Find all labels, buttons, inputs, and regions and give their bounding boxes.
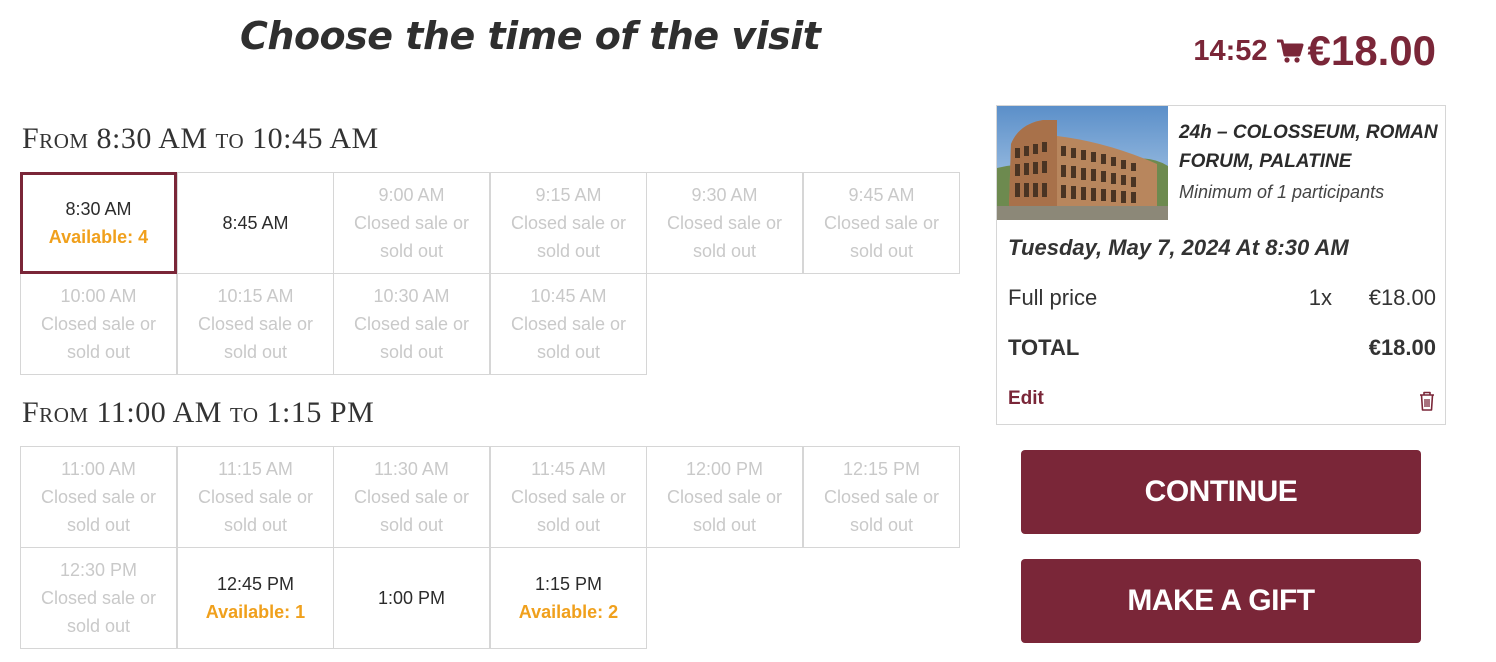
trash-icon[interactable] bbox=[1418, 390, 1436, 412]
order-summary-card: 24h – COLOSSEUM, ROMAN FORUM, PALATINE M… bbox=[996, 105, 1446, 425]
slot-closed-label: Closed sale or sold out bbox=[353, 213, 470, 261]
time-slot: 10:00 AM Closed sale or sold out bbox=[20, 273, 177, 375]
slot-time: 8:45 AM bbox=[222, 213, 289, 233]
slot-time: 12:30 PM bbox=[59, 560, 138, 580]
slot-time: 9:45 AM bbox=[848, 185, 915, 205]
visit-date: Tuesday, May 7, 2024 At 8:30 AM bbox=[1008, 235, 1349, 260]
slot-closed-label: Closed sale or sold out bbox=[197, 487, 314, 535]
slot-time: 9:30 AM bbox=[691, 185, 758, 205]
slot-closed-label: Closed sale or sold out bbox=[510, 487, 627, 535]
time-slot: 12:00 PM Closed sale or sold out bbox=[646, 446, 803, 548]
product-name: 24h – COLOSSEUM, ROMAN FORUM, PALATINE bbox=[1179, 122, 1438, 172]
time-slot: 9:30 AM Closed sale or sold out bbox=[646, 172, 803, 274]
time-slot[interactable]: 1:15 PM Available: 2 bbox=[490, 547, 647, 649]
total-label: TOTAL bbox=[1008, 335, 1080, 360]
time-slot: 11:15 AM Closed sale or sold out bbox=[177, 446, 334, 548]
slot-closed-label: Closed sale or sold out bbox=[823, 487, 940, 535]
slot-closed-label: Closed sale or sold out bbox=[353, 487, 470, 535]
slot-time: 12:00 PM bbox=[685, 459, 764, 479]
line-item-full-price: Full price 1x €18.00 bbox=[1008, 282, 1436, 314]
time-slot: 11:45 AM Closed sale or sold out bbox=[490, 446, 647, 548]
time-slot: 9:45 AM Closed sale or sold out bbox=[803, 172, 960, 274]
slot-closed-label: Closed sale or sold out bbox=[197, 314, 314, 362]
colosseum-image bbox=[997, 106, 1168, 220]
time-slot[interactable]: 8:45 AM bbox=[177, 172, 334, 274]
section-title-midday: From 11:00 AM to 1:15 PM bbox=[22, 396, 375, 429]
countdown-timer: 14:52 bbox=[1193, 34, 1268, 67]
slot-availability: Available: 1 bbox=[205, 602, 306, 622]
slot-time: 1:00 PM bbox=[377, 588, 446, 608]
slot-time: 10:30 AM bbox=[373, 286, 450, 306]
slot-closed-label: Closed sale or sold out bbox=[40, 588, 157, 636]
slot-time: 9:00 AM bbox=[378, 185, 445, 205]
slot-availability: Available: 4 bbox=[48, 227, 149, 247]
slot-time: 11:00 AM bbox=[61, 459, 136, 479]
slot-closed-label: Closed sale or sold out bbox=[40, 487, 157, 535]
time-slot[interactable]: 1:00 PM bbox=[333, 547, 490, 649]
slot-availability: Available: 2 bbox=[518, 602, 619, 622]
time-slot: 10:45 AM Closed sale or sold out bbox=[490, 273, 647, 375]
slot-time: 10:15 AM bbox=[217, 286, 294, 306]
slot-time: 11:15 AM bbox=[218, 459, 293, 479]
slot-time: 8:30 AM bbox=[65, 199, 132, 219]
time-slot: 10:15 AM Closed sale or sold out bbox=[177, 273, 334, 375]
line-item-label: Full price bbox=[1008, 285, 1098, 310]
continue-button[interactable]: CONTINUE bbox=[1021, 450, 1421, 534]
time-slot: 12:15 PM Closed sale or sold out bbox=[803, 446, 960, 548]
cart-header: 14:52 €18.00 bbox=[1180, 26, 1436, 76]
edit-link[interactable]: Edit bbox=[1008, 388, 1044, 410]
slot-time: 10:45 AM bbox=[530, 286, 607, 306]
slot-time: 10:00 AM bbox=[60, 286, 137, 306]
time-slot: 10:30 AM Closed sale or sold out bbox=[333, 273, 490, 375]
slot-time: 1:15 PM bbox=[534, 574, 603, 594]
slot-time: 11:30 AM bbox=[374, 459, 449, 479]
total-row: TOTAL €18.00 bbox=[1008, 332, 1436, 364]
shopping-cart-icon[interactable] bbox=[1276, 38, 1304, 64]
minimum-participants: Minimum of 1 participants bbox=[1179, 182, 1385, 202]
time-slot: 12:30 PM Closed sale or sold out bbox=[20, 547, 177, 649]
page-title: Choose the time of the visit bbox=[240, 14, 821, 58]
slot-time: 11:45 AM bbox=[531, 459, 606, 479]
line-item-amount: €18.00 bbox=[1368, 285, 1436, 310]
slot-closed-label: Closed sale or sold out bbox=[666, 487, 783, 535]
time-slot[interactable]: 12:45 PM Available: 1 bbox=[177, 547, 334, 649]
slot-closed-label: Closed sale or sold out bbox=[666, 213, 783, 261]
slot-closed-label: Closed sale or sold out bbox=[510, 314, 627, 362]
time-slot[interactable]: 8:30 AM Available: 4 bbox=[20, 172, 177, 274]
line-item-quantity: 1x bbox=[1308, 285, 1332, 310]
slot-time: 9:15 AM bbox=[535, 185, 602, 205]
slot-closed-label: Closed sale or sold out bbox=[510, 213, 627, 261]
slot-closed-label: Closed sale or sold out bbox=[40, 314, 157, 362]
make-a-gift-button[interactable]: MAKE A GIFT bbox=[1021, 559, 1421, 643]
slot-closed-label: Closed sale or sold out bbox=[823, 213, 940, 261]
slot-time: 12:45 PM bbox=[216, 574, 295, 594]
slot-time: 12:15 PM bbox=[842, 459, 921, 479]
section-title-morning: From 8:30 AM to 10:45 AM bbox=[22, 122, 379, 155]
cart-total: €18.00 bbox=[1307, 27, 1436, 74]
slot-closed-label: Closed sale or sold out bbox=[353, 314, 470, 362]
total-amount: €18.00 bbox=[1368, 335, 1436, 360]
time-slot: 11:00 AM Closed sale or sold out bbox=[20, 446, 177, 548]
time-slot: 9:15 AM Closed sale or sold out bbox=[490, 172, 647, 274]
time-slot: 11:30 AM Closed sale or sold out bbox=[333, 446, 490, 548]
time-slot: 9:00 AM Closed sale or sold out bbox=[333, 172, 490, 274]
